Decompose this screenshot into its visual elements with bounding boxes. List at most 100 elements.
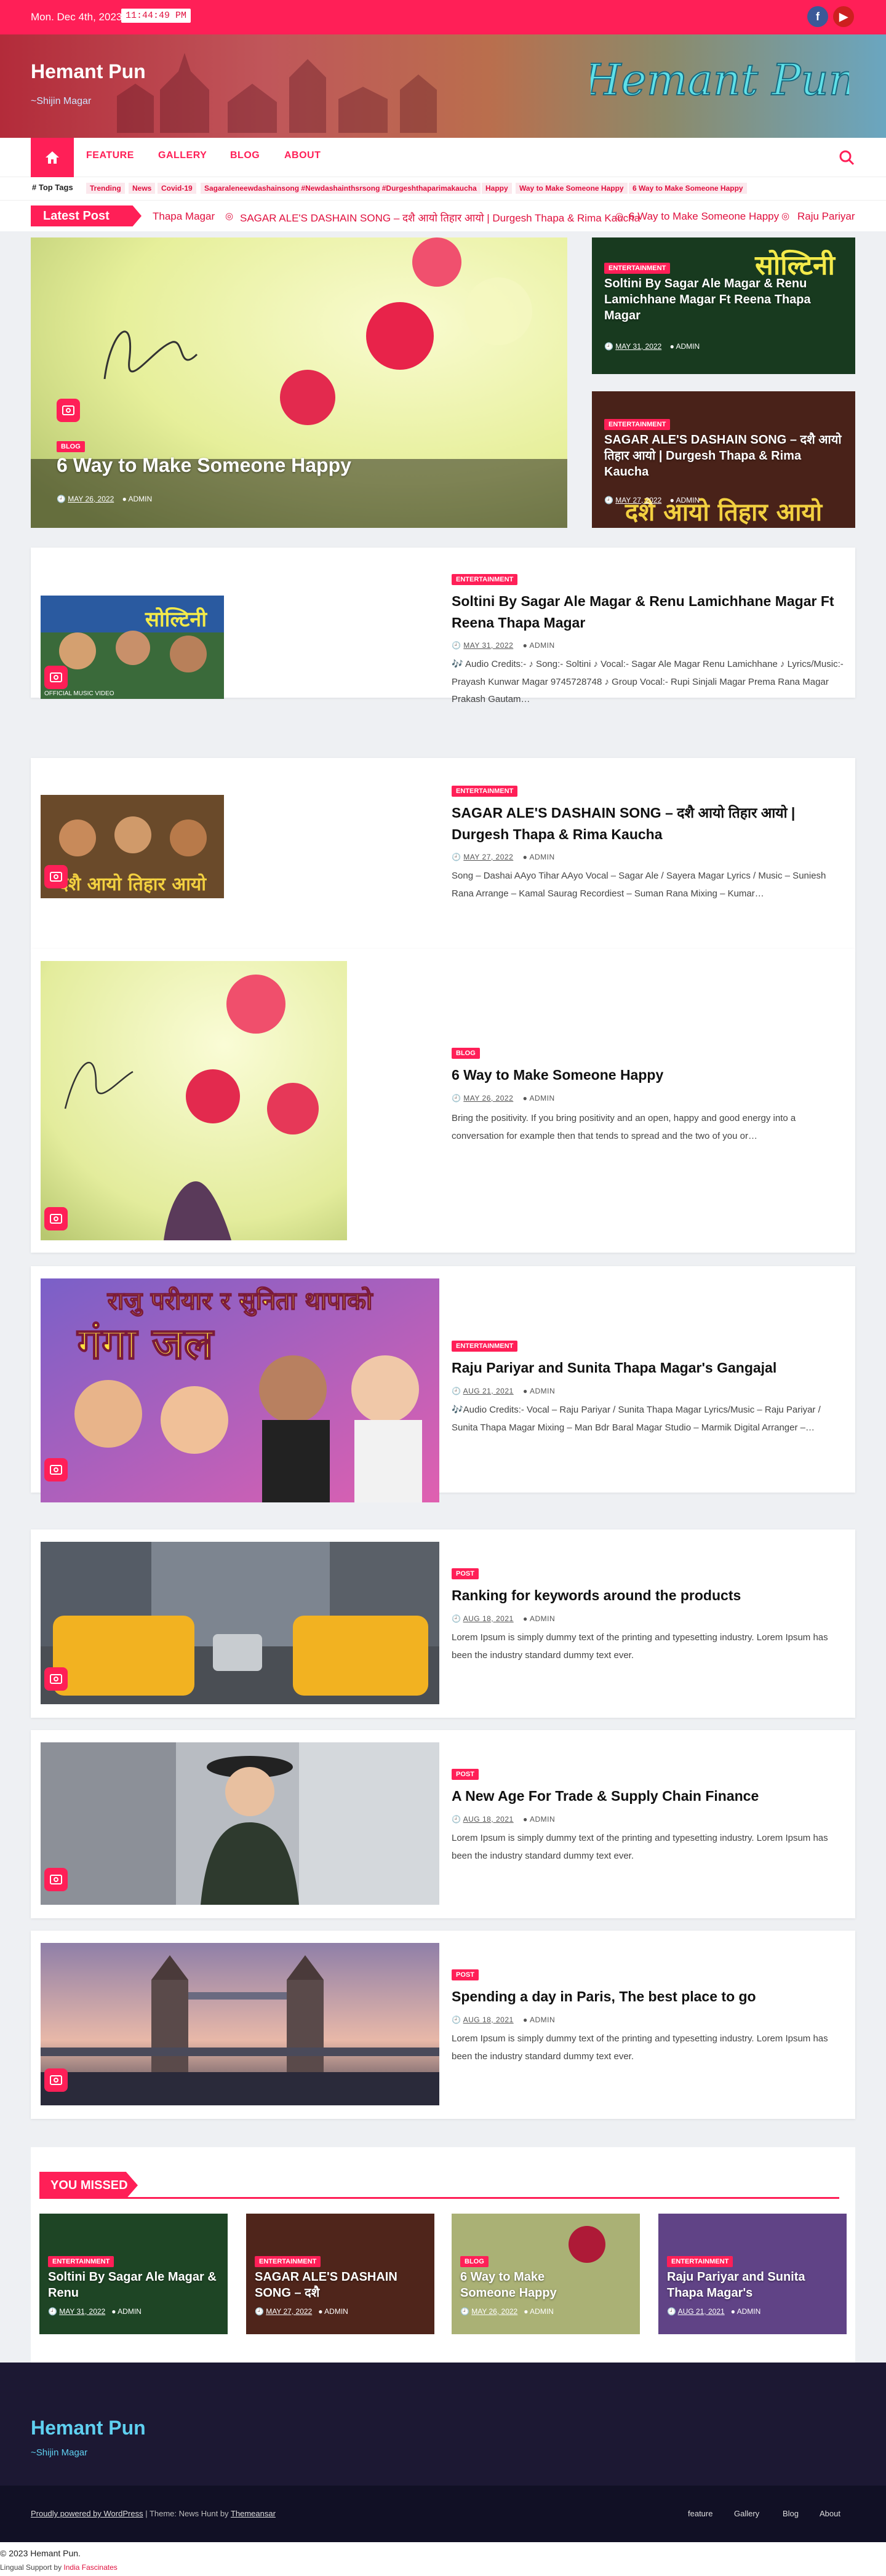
category-badge[interactable]: BLOG xyxy=(460,2256,489,2267)
post-card[interactable]: राजु परीयार र सुनिता थापाको गंगा जल ENTE… xyxy=(31,1266,855,1502)
category-badge[interactable]: POST xyxy=(452,1969,479,1980)
post-card[interactable]: POST Ranking for keywords around the pro… xyxy=(31,1529,855,1718)
gangajal-thumbnail[interactable]: राजु परीयार र सुनिता थापाको गंगा जल xyxy=(41,1278,439,1502)
post-title[interactable]: Raju Pariyar and Sunita Thapa Magar's Ga… xyxy=(452,1357,845,1379)
site-logo[interactable]: Hemant Pun xyxy=(591,44,849,118)
featured-side-post[interactable]: दशै आयो तिहार आयो ENTERTAINMENT SAGAR AL… xyxy=(592,391,855,528)
post-title[interactable]: Soltini By Sagar Ale Magar & Renu Lamich… xyxy=(452,591,845,633)
wordpress-link[interactable]: Proudly powered by WordPress xyxy=(31,2509,143,2518)
post-author[interactable]: ADMIN xyxy=(737,2307,761,2316)
post-date[interactable]: AUG 21, 2021 xyxy=(463,1387,514,1395)
post-card[interactable]: BLOG 6 Way to Make Someone Happy 🕘 MAY 2… xyxy=(31,949,855,1253)
nav-gallery[interactable]: GALLERY xyxy=(158,150,207,161)
category-badge[interactable]: POST xyxy=(452,1769,479,1780)
ticker-item[interactable]: Raju Pariyar xyxy=(797,210,855,223)
home-icon[interactable] xyxy=(31,138,74,177)
post-title[interactable]: 6 Way to Make Someone Happy xyxy=(57,453,351,479)
ticker-item[interactable]: 6 Way to Make Someone Happy xyxy=(629,210,779,223)
category-badge[interactable]: BLOG xyxy=(57,441,85,452)
post-author[interactable]: ADMIN xyxy=(129,495,153,503)
post-title[interactable]: Spending a day in Paris, The best place … xyxy=(452,1986,845,2008)
post-author[interactable]: ADMIN xyxy=(530,853,555,861)
tag-link[interactable]: News xyxy=(129,183,156,194)
post-date[interactable]: MAY 31, 2022 xyxy=(59,2307,105,2316)
ticker-item[interactable]: Thapa Magar xyxy=(153,210,215,223)
post-author[interactable]: ADMIN xyxy=(530,1094,555,1103)
category-badge[interactable]: ENTERTAINMENT xyxy=(452,786,518,797)
post-card[interactable]: POST A New Age For Trade & Supply Chain … xyxy=(31,1730,855,1918)
category-badge[interactable]: ENTERTAINMENT xyxy=(604,419,671,430)
post-author[interactable]: ADMIN xyxy=(676,342,700,351)
category-badge[interactable]: ENTERTAINMENT xyxy=(255,2256,321,2267)
woman-hat-thumbnail[interactable] xyxy=(41,1742,439,1905)
footer-link-about[interactable]: About xyxy=(820,2509,840,2518)
post-card[interactable]: दशै आयो तिहार आयो ENTERTAINMENT SAGAR AL… xyxy=(31,758,855,949)
youtube-icon[interactable]: ▶ xyxy=(833,6,854,27)
nav-about[interactable]: ABOUT xyxy=(284,150,321,161)
footer-link-feature[interactable]: feature xyxy=(688,2509,712,2518)
post-date[interactable]: AUG 18, 2021 xyxy=(463,1815,514,1824)
tag-link[interactable]: Happy xyxy=(482,183,512,194)
missed-post[interactable]: BLOG 6 Way to Make Someone Happy 🕘 MAY 2… xyxy=(452,2214,640,2334)
category-badge[interactable]: ENTERTAINMENT xyxy=(452,574,518,585)
post-date[interactable]: MAY 31, 2022 xyxy=(615,342,661,351)
category-badge[interactable]: BLOG xyxy=(452,1048,480,1059)
post-title[interactable]: SAGAR ALE'S DASHAIN SONG – दशै xyxy=(255,2269,427,2301)
post-title[interactable]: 6 Way to Make Someone Happy xyxy=(460,2269,596,2301)
post-date[interactable]: AUG 18, 2021 xyxy=(463,1614,514,1623)
category-badge[interactable]: ENTERTAINMENT xyxy=(48,2256,114,2267)
taxi-thumbnail[interactable] xyxy=(41,1542,439,1704)
post-date[interactable]: MAY 26, 2022 xyxy=(68,495,114,503)
post-title[interactable]: Raju Pariyar and Sunita Thapa Magar's xyxy=(667,2269,839,2301)
post-author[interactable]: ADMIN xyxy=(530,2016,555,2024)
lingual-link[interactable]: India Fascinates xyxy=(63,2563,117,2572)
footer-link-blog[interactable]: Blog xyxy=(783,2509,799,2518)
missed-post[interactable]: ENTERTAINMENT SAGAR ALE'S DASHAIN SONG –… xyxy=(246,2214,434,2334)
category-badge[interactable]: ENTERTAINMENT xyxy=(452,1341,518,1352)
post-date[interactable]: MAY 26, 2022 xyxy=(463,1094,513,1103)
post-date[interactable]: MAY 26, 2022 xyxy=(471,2307,517,2316)
post-author[interactable]: ADMIN xyxy=(530,2307,554,2316)
post-title[interactable]: 6 Way to Make Someone Happy xyxy=(452,1064,845,1086)
post-date[interactable]: MAY 27, 2022 xyxy=(266,2307,312,2316)
post-author[interactable]: ADMIN xyxy=(676,496,700,504)
category-badge[interactable]: ENTERTAINMENT xyxy=(604,263,671,274)
post-author[interactable]: ADMIN xyxy=(530,1815,555,1824)
category-badge[interactable]: ENTERTAINMENT xyxy=(667,2256,733,2267)
footer-site-title[interactable]: Hemant Pun xyxy=(31,2417,146,2439)
post-title[interactable]: A New Age For Trade & Supply Chain Finan… xyxy=(452,1785,845,1807)
post-title[interactable]: SAGAR ALE'S DASHAIN SONG – दशै आयो तिहार… xyxy=(604,432,844,480)
ticker-item[interactable]: SAGAR ALE'S DASHAIN SONG – दशै आयो तिहार… xyxy=(240,210,640,225)
post-title[interactable]: Soltini By Sagar Ale Magar & Renu Lamich… xyxy=(604,276,844,324)
missed-post[interactable]: ENTERTAINMENT Soltini By Sagar Ale Magar… xyxy=(39,2214,228,2334)
dashain-song-thumbnail[interactable]: दशै आयो तिहार आयो xyxy=(41,795,224,898)
featured-side-post[interactable]: सोल्टिनी ENTERTAINMENT Soltini By Sagar … xyxy=(592,237,855,374)
footer-link-gallery[interactable]: Gallery xyxy=(734,2509,759,2518)
search-icon[interactable] xyxy=(838,149,855,166)
tower-bridge-thumbnail[interactable] xyxy=(41,1943,439,2105)
post-author[interactable]: ADMIN xyxy=(324,2307,348,2316)
tag-link[interactable]: 6 Way to Make Someone Happy xyxy=(629,183,747,194)
post-card[interactable]: POST Spending a day in Paris, The best p… xyxy=(31,1931,855,2119)
post-title[interactable]: Ranking for keywords around the products xyxy=(452,1585,845,1606)
post-author[interactable]: ADMIN xyxy=(118,2307,142,2316)
tag-link[interactable]: Trending xyxy=(86,183,125,194)
post-title[interactable]: Soltini By Sagar Ale Magar & Renu xyxy=(48,2269,220,2301)
post-title[interactable]: SAGAR ALE'S DASHAIN SONG – दशै आयो तिहार… xyxy=(452,802,845,845)
post-author[interactable]: ADMIN xyxy=(530,641,555,650)
nav-blog[interactable]: BLOG xyxy=(230,150,260,161)
post-author[interactable]: ADMIN xyxy=(530,1387,555,1395)
tag-link[interactable]: Way to Make Someone Happy xyxy=(516,183,628,194)
nav-feature[interactable]: FEATURE xyxy=(86,150,134,161)
happy-balloons-thumbnail[interactable] xyxy=(41,961,347,1240)
site-title[interactable]: Hemant Pun xyxy=(31,60,146,83)
post-author[interactable]: ADMIN xyxy=(530,1614,555,1623)
post-card[interactable]: सोल्टिनी OFFICIAL MUSIC VIDEO ENTERTAINM… xyxy=(31,548,855,704)
category-badge[interactable]: POST xyxy=(452,1568,479,1579)
post-date[interactable]: AUG 18, 2021 xyxy=(463,2016,514,2024)
tag-link[interactable]: Sagaraleneewdashainsong #Newdashainthsrs… xyxy=(201,183,481,194)
theme-author-link[interactable]: Themeansar xyxy=(231,2509,276,2518)
featured-main-post[interactable]: BLOG 6 Way to Make Someone Happy 🕘 MAY 2… xyxy=(31,237,567,528)
tag-link[interactable]: Covid-19 xyxy=(158,183,196,194)
post-date[interactable]: MAY 31, 2022 xyxy=(463,641,513,650)
